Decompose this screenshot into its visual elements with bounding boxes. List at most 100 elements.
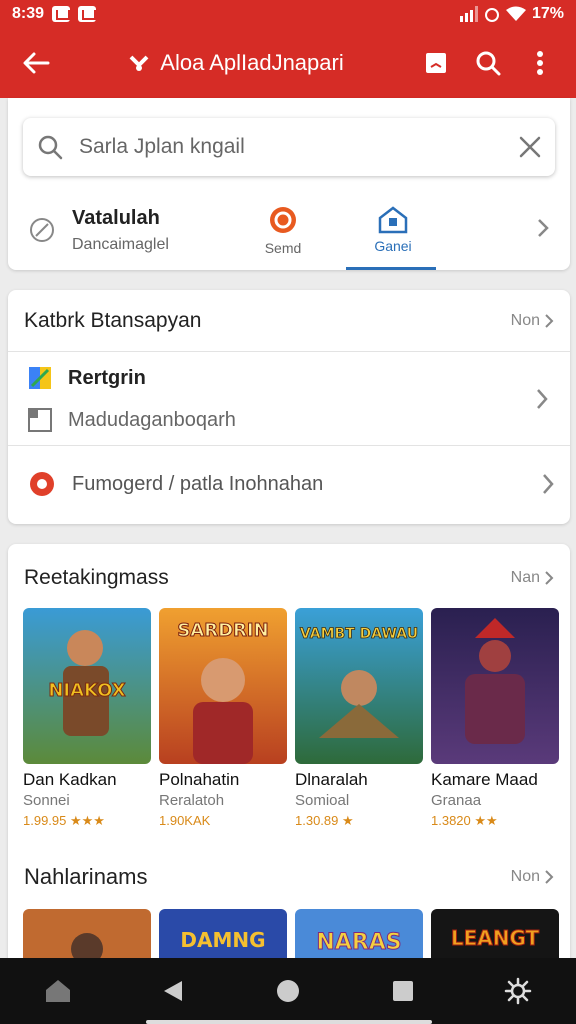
refresh-icon — [270, 207, 296, 233]
category-group[interactable]: Rertgrin Madudaganboqarh — [8, 352, 570, 446]
more-label: Nan — [510, 569, 540, 586]
game-card[interactable]: NIAKOX Dan Kadkan Sonnei 1.99.95 ★★★ — [23, 608, 151, 829]
chevron-right-icon — [545, 571, 554, 585]
svg-text:NARAS: NARAS — [316, 930, 401, 955]
game-thumbnail: SARDRIN — [159, 608, 287, 764]
section2-title: Nahlarinams — [24, 864, 148, 889]
game-card[interactable]: Kamare Maad Granaa 1.3820 ★★ — [431, 608, 559, 829]
svg-text:SARDRIN: SARDRIN — [177, 620, 268, 641]
game-thumbnail[interactable]: DAMNG — [159, 909, 287, 964]
more-label: Non — [510, 311, 540, 329]
toolbar-title-text: Aloa AplIadJnapari — [160, 50, 344, 75]
svg-text:VAMBT DAWAU: VAMBT DAWAU — [300, 626, 418, 642]
settings-button[interactable] — [494, 967, 542, 1015]
category-label: Rertgrin — [68, 366, 146, 389]
arrow-left-icon — [23, 52, 50, 74]
game-thumbnail: VAMBT DAWAU — [295, 608, 423, 764]
game-thumbnail[interactable]: NARAS — [295, 909, 423, 964]
game-category: Reralatoh — [159, 792, 225, 809]
home-grid-icon — [378, 206, 408, 234]
category-item: Rertgrin — [8, 352, 570, 400]
game-name: Kamare Maad — [431, 770, 538, 789]
search-card: Sarla Jplan kngail Vatalulah Dancaimagle… — [8, 98, 570, 270]
games-row: NIAKOX Dan Kadkan Sonnei 1.99.95 ★★★ SAR… — [23, 608, 559, 829]
scroll-right-button[interactable] — [536, 217, 570, 244]
tab-semd[interactable]: Semd — [228, 190, 338, 270]
navigation-bar — [0, 958, 576, 1024]
search-icon — [476, 51, 501, 76]
clear-search-icon[interactable] — [519, 136, 541, 158]
bookmark-icon — [426, 53, 446, 73]
lead-subtitle: Dancaimaglel — [72, 235, 169, 253]
status-time: 8:39 — [12, 5, 45, 22]
circle-icon — [276, 980, 299, 1002]
section2-header: Nahlarinams Non — [24, 864, 554, 890]
square-icon — [393, 981, 414, 1001]
game-thumbnail[interactable] — [23, 909, 151, 964]
game-rating: 1.3820 ★★ — [431, 813, 498, 828]
alarm-icon — [484, 8, 499, 22]
chevron-right-icon — [537, 389, 548, 409]
game-rating: 1.30.89 ★ — [295, 813, 354, 828]
app-logo-icon — [129, 55, 149, 71]
svg-text:LEANGT: LEANGT — [451, 926, 540, 950]
categories-header: Katbrk Btansapyan Non — [8, 290, 570, 352]
back-nav-button[interactable] — [149, 967, 197, 1015]
search-input[interactable]: Sarla Jplan kngail — [23, 118, 555, 176]
games-row-2: DAMNG NARAS LEANGT — [23, 909, 559, 964]
game-name: Dlnaralah — [295, 770, 368, 789]
game-thumbnail — [431, 608, 559, 764]
recommended-header: Reetakingmass Nan — [8, 544, 570, 606]
search-icon — [38, 135, 63, 160]
chevron-right-icon — [545, 313, 554, 328]
toolbar: Aloa AplIadJnapari — [0, 28, 576, 98]
photo-notification-icon — [78, 6, 97, 22]
category-item-fumogerd[interactable]: Fumogerd / patla Inohnahan — [8, 446, 570, 522]
home-indicator — [146, 1020, 432, 1024]
home-button[interactable] — [34, 967, 82, 1015]
more-vertical-icon — [537, 51, 543, 75]
game-category: Granaa — [431, 792, 482, 809]
triangle-back-icon — [163, 981, 182, 1001]
recommended-more-link[interactable]: Nan — [511, 569, 554, 587]
lead-title: Vatalulah — [72, 206, 160, 229]
target-icon — [30, 472, 54, 496]
lead-item[interactable]: Vatalulah Dancaimaglel — [8, 207, 228, 254]
search-placeholder: Sarla Jplan kngail — [79, 135, 245, 158]
game-thumbnail[interactable]: LEANGT — [431, 909, 559, 964]
search-button[interactable] — [466, 41, 510, 85]
signal-icon — [459, 6, 478, 22]
game-card[interactable]: SARDRIN Polnahatin Reralatoh 1.90KAK — [159, 608, 287, 829]
status-bar: 8:39 17% — [0, 0, 576, 28]
game-rating: 1.90KAK — [159, 813, 211, 828]
section2-more-link[interactable]: Non — [511, 868, 554, 886]
back-button[interactable] — [14, 41, 58, 85]
category-label: Madudaganboqarh — [68, 408, 236, 431]
recommended-card: Reetakingmass Nan NIAKOX Dan Kadkan Sonn… — [8, 544, 570, 964]
notification-icon — [52, 6, 71, 22]
gear-icon — [505, 977, 532, 1005]
recents-button[interactable] — [379, 967, 427, 1015]
chevron-right-icon — [538, 218, 549, 237]
categories-more-link[interactable]: Non — [511, 312, 554, 330]
categories-card: Katbrk Btansapyan Non Rertgrin Madudagan… — [8, 290, 570, 524]
more-label: Non — [510, 868, 540, 885]
home-circle-button[interactable] — [264, 967, 312, 1015]
overflow-menu-button[interactable] — [518, 41, 562, 85]
game-card[interactable]: VAMBT DAWAU Dlnaralah Somioal 1.30.89 ★ — [295, 608, 423, 829]
window-icon — [28, 408, 52, 432]
tab-ganei[interactable]: Ganei — [338, 190, 448, 270]
svg-text:DAMNG: DAMNG — [180, 928, 265, 952]
pencil-app-icon — [29, 367, 51, 389]
home-icon — [45, 980, 70, 1002]
battery-level: 17% — [531, 5, 564, 22]
categories-title: Katbrk Btansapyan — [24, 308, 202, 332]
app-bar: 8:39 17% Aloa AplIadJnapari — [0, 0, 576, 98]
game-thumbnail: NIAKOX — [23, 608, 151, 764]
category-label: Fumogerd / patla Inohnahan — [72, 472, 324, 495]
game-rating: 1.99.95 ★★★ — [23, 813, 105, 828]
chevron-right-icon — [543, 474, 554, 494]
chevron-right-icon — [545, 870, 554, 884]
bookmark-button[interactable] — [414, 41, 458, 85]
svg-text:NIAKOX: NIAKOX — [48, 680, 125, 701]
